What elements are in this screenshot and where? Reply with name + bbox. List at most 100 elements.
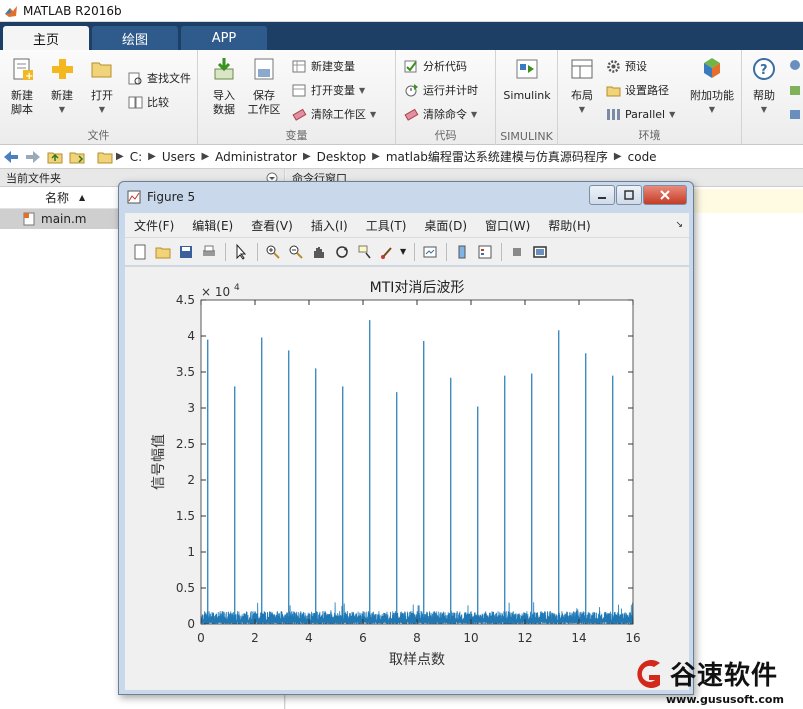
- breadcrumb-separator-icon: ▶: [116, 151, 124, 162]
- menu-help[interactable]: 帮助(H): [539, 217, 599, 234]
- cursor-arrow-icon: [236, 243, 247, 260]
- menu-file[interactable]: 文件(F): [125, 217, 183, 234]
- zoom-out-tool[interactable]: [285, 241, 307, 263]
- hide-tools-icon: [513, 247, 522, 256]
- new-variable-button[interactable]: 新建变量: [292, 56, 355, 76]
- breadcrumb-item[interactable]: Users: [156, 150, 202, 164]
- folder-up-icon: [47, 152, 63, 163]
- ribbon-group-simulink: Simulink SIMULINK: [496, 50, 558, 145]
- breadcrumb-item[interactable]: C:: [124, 150, 148, 164]
- toolbar-separator: [414, 242, 416, 261]
- minimize-icon: [598, 197, 606, 199]
- import-data-button[interactable]: 导入 数据: [204, 56, 244, 117]
- breadcrumb-item[interactable]: code: [622, 150, 663, 164]
- figure-window[interactable]: Figure 5 文件(F) 编辑(E) 查看(V) 插入(I) 工具(T) 桌…: [118, 181, 694, 695]
- hide-plot-tools-tool[interactable]: [506, 241, 528, 263]
- find-files-button[interactable]: 查找文件: [128, 68, 191, 88]
- folder-icon: [97, 152, 113, 163]
- folder-open-icon: [155, 247, 171, 258]
- minimize-button[interactable]: [589, 185, 615, 205]
- clear-commands-button[interactable]: 清除命令 ▼: [404, 104, 477, 124]
- app-titlebar: MATLAB R2016b: [0, 0, 803, 22]
- up-folder-button[interactable]: [44, 146, 66, 168]
- forward-button[interactable]: [22, 146, 44, 168]
- menu-window[interactable]: 窗口(W): [476, 217, 539, 234]
- add-ons-button[interactable]: 附加功能 ▼: [686, 56, 738, 117]
- new-button[interactable]: 新建 ▼: [42, 56, 82, 117]
- address-bar: ▶ C: ▶ Users ▶ Administrator ▶ Desktop ▶…: [0, 145, 803, 169]
- maximize-button[interactable]: [616, 185, 642, 205]
- set-path-button[interactable]: 设置路径: [606, 80, 669, 100]
- breadcrumb-item[interactable]: Desktop: [311, 150, 373, 164]
- chevron-down-icon[interactable]: ▼: [400, 247, 406, 256]
- tab-apps[interactable]: APP: [181, 26, 267, 50]
- figure-canvas[interactable]: 0 2 4 6 8 10 12 14 16 0 0.5 1 1.5 2 2.5 3 3.5 4 4.5 MTI对消后…: [125, 266, 689, 690]
- zoom-in-tool[interactable]: [262, 241, 284, 263]
- link-plot-tool[interactable]: [419, 241, 441, 263]
- chart-title: MTI对消后波形: [370, 280, 465, 296]
- close-button[interactable]: [643, 185, 687, 205]
- watermark: 谷速软件 www.gususoft.com: [632, 655, 803, 709]
- root-folder-button[interactable]: [94, 146, 116, 168]
- menu-dock-arrow-icon[interactable]: ↘: [675, 220, 683, 230]
- save-figure-tool[interactable]: [175, 241, 197, 263]
- legend-tool[interactable]: [474, 241, 496, 263]
- resources-small-icons[interactable]: [788, 58, 802, 128]
- parallel-button[interactable]: Parallel ▼: [606, 104, 675, 124]
- menu-desktop[interactable]: 桌面(D): [415, 217, 476, 234]
- arrow-left-icon: [4, 150, 18, 163]
- add-ons-label: 附加功能: [690, 89, 734, 102]
- new-script-button[interactable]: + 新建 脚本: [2, 56, 42, 117]
- mti-chart[interactable]: 0 2 4 6 8 10 12 14 16 0 0.5 1 1.5 2 2.5 3 3.5 4 4.5 MTI对消后…: [125, 267, 689, 691]
- chart-y-tick-label: 3: [187, 401, 195, 415]
- compare-button[interactable]: 比较: [128, 92, 169, 112]
- ribbon: + 新建 脚本 新建 ▼ 打开 ▼ 查找文件 比较 文件 导入 数据 保存 工作…: [0, 50, 803, 145]
- preferences-button[interactable]: 预设: [606, 56, 647, 76]
- show-tools-icon: [533, 245, 547, 258]
- open-file-tool[interactable]: [152, 241, 174, 263]
- pan-tool[interactable]: [308, 241, 330, 263]
- simulink-button[interactable]: Simulink: [500, 56, 554, 103]
- tab-home[interactable]: 主页: [3, 26, 89, 50]
- save-workspace-button[interactable]: 保存 工作区: [244, 56, 284, 117]
- chart-y-tick-label: 4: [187, 329, 195, 343]
- menu-tools[interactable]: 工具(T): [357, 217, 416, 234]
- figure-menubar: 文件(F) 编辑(E) 查看(V) 插入(I) 工具(T) 桌面(D) 窗口(W…: [125, 213, 689, 237]
- open-button[interactable]: 打开 ▼: [82, 56, 122, 117]
- browse-folder-button[interactable]: [66, 146, 88, 168]
- back-button[interactable]: [0, 146, 22, 168]
- clear-workspace-label: 清除工作区: [311, 108, 366, 121]
- ribbon-group-variable: 导入 数据 保存 工作区 新建变量 打开变量 ▼ 清除工作区 ▼ 变量: [198, 50, 396, 145]
- help-button[interactable]: ? 帮助 ▼: [744, 56, 784, 117]
- new-figure-tool[interactable]: [129, 241, 151, 263]
- analyze-code-button[interactable]: 分析代码: [404, 56, 467, 76]
- compare-label: 比较: [147, 96, 169, 109]
- rotate-3d-tool[interactable]: [331, 241, 353, 263]
- open-variable-button[interactable]: 打开变量 ▼: [292, 80, 365, 100]
- tab-plots[interactable]: 绘图: [92, 26, 178, 50]
- run-and-time-button[interactable]: 运行并计时: [404, 80, 478, 100]
- chevron-down-icon: ▼: [471, 109, 478, 119]
- chevron-down-icon: ▼: [578, 105, 586, 114]
- data-cursor-tool[interactable]: [354, 241, 376, 263]
- layout-button[interactable]: 布局 ▼: [562, 56, 602, 117]
- menu-insert[interactable]: 插入(I): [302, 217, 357, 234]
- edit-plot-tool[interactable]: [230, 241, 252, 263]
- colorbar-tool[interactable]: [451, 241, 473, 263]
- breadcrumb-separator-icon: ▶: [201, 151, 210, 162]
- clear-workspace-button[interactable]: 清除工作区 ▼: [292, 104, 376, 124]
- breadcrumb-item[interactable]: matlab编程雷达系统建模与仿真源码程序: [380, 148, 614, 165]
- print-figure-tool[interactable]: [198, 241, 220, 263]
- new-script-label: 新建 脚本: [11, 89, 33, 116]
- brush-tool[interactable]: [377, 241, 399, 263]
- find-files-label: 查找文件: [147, 72, 191, 85]
- breadcrumb-item[interactable]: Administrator: [209, 150, 303, 164]
- menu-view[interactable]: 查看(V): [242, 217, 302, 234]
- show-plot-tools-tool[interactable]: [529, 241, 551, 263]
- save-icon: [180, 245, 192, 258]
- sort-ascending-icon: ▲: [79, 193, 86, 202]
- svg-text:?: ?: [760, 63, 768, 78]
- help-icon: ?: [753, 58, 775, 80]
- new-script-icon: +: [13, 58, 33, 82]
- menu-edit[interactable]: 编辑(E): [183, 217, 242, 234]
